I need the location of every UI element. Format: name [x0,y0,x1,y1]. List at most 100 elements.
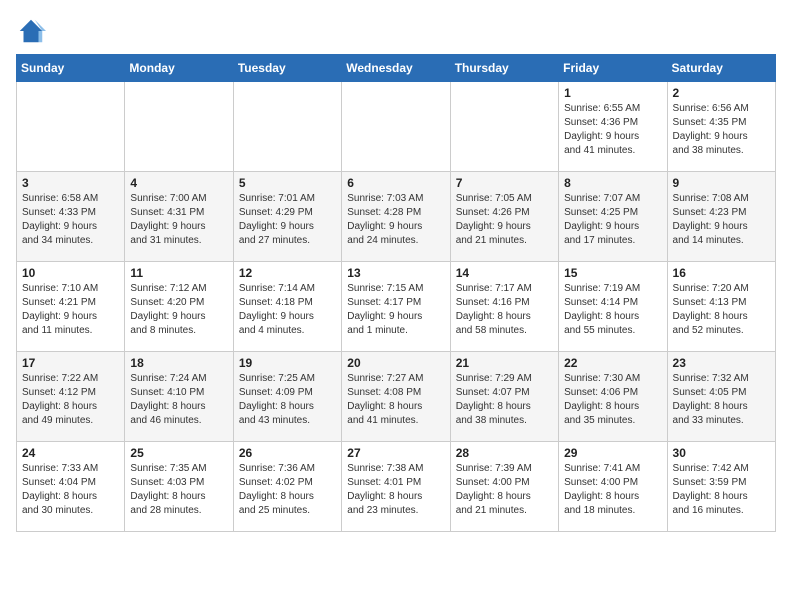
calendar-day-19: 19Sunrise: 7:25 AM Sunset: 4:09 PM Dayli… [233,352,341,442]
day-number: 12 [239,266,336,280]
weekday-header-saturday: Saturday [667,55,775,82]
weekday-header-monday: Monday [125,55,233,82]
day-number: 5 [239,176,336,190]
day-number: 6 [347,176,444,190]
day-number: 11 [130,266,227,280]
day-number: 2 [673,86,770,100]
calendar-day-25: 25Sunrise: 7:35 AM Sunset: 4:03 PM Dayli… [125,442,233,532]
calendar-day-13: 13 Sunrise: 7:15 AM Sunset: 4:17 PM Dayli… [342,262,450,352]
calendar-week-row: 17 Sunrise: 7:22 AM Sunset: 4:12 PM Dayli… [17,352,776,442]
calendar-day-3: 3 Sunrise: 6:58 AM Sunset: 4:33 PM Daylig… [17,172,125,262]
calendar-day-23: 23 Sunrise: 7:32 AM Sunset: 4:05 PM Dayli… [667,352,775,442]
logo [16,16,50,46]
calendar-day-26: 26Sunrise: 7:36 AM Sunset: 4:02 PM Dayli… [233,442,341,532]
calendar-day-22: 22 Sunrise: 7:30 AM Sunset: 4:06 PM Dayli… [559,352,667,442]
calendar-day-27: 27 Sunrise: 7:38 AM Sunset: 4:01 PM Dayli… [342,442,450,532]
day-info: Sunrise: 7:41 AM Sunset: 4:00 PM Dayligh… [564,462,661,518]
calendar-day-2: 2 Sunrise: 6:56 AM Sunset: 4:35 PM Daylig… [667,82,775,172]
day-number: 27 [347,446,444,460]
day-info: Sunrise: 7:07 AM Sunset: 4:25 PM Dayligh… [564,192,661,248]
weekday-header-row: SundayMondayTuesdayWednesdayThursdayFrid… [17,55,776,82]
calendar-empty-cell [17,82,125,172]
calendar-day-28: 28 Sunrise: 7:39 AM Sunset: 4:00 PM Dayli… [450,442,558,532]
day-info: Sunrise: 7:27 AM Sunset: 4:08 PM Dayligh… [347,372,444,428]
day-info: Sunrise: 6:55 AM Sunset: 4:36 PM Dayligh… [564,102,661,158]
calendar-empty-cell [233,82,341,172]
day-number: 21 [456,356,553,370]
calendar-empty-cell [342,82,450,172]
calendar-day-17: 17 Sunrise: 7:22 AM Sunset: 4:12 PM Dayli… [17,352,125,442]
day-number: 8 [564,176,661,190]
weekday-header-wednesday: Wednesday [342,55,450,82]
day-info: Sunrise: 7:32 AM Sunset: 4:05 PM Dayligh… [673,372,770,428]
day-number: 3 [22,176,119,190]
calendar-week-row: 24 Sunrise: 7:33 AM Sunset: 4:04 PM Dayli… [17,442,776,532]
day-info: Sunrise: 7:22 AM Sunset: 4:12 PM Dayligh… [22,372,119,428]
day-number: 14 [456,266,553,280]
day-info: Sunrise: 6:58 AM Sunset: 4:33 PM Dayligh… [22,192,119,248]
day-info: Sunrise: 7:17 AM Sunset: 4:16 PM Dayligh… [456,282,553,338]
day-info: Sunrise: 7:05 AM Sunset: 4:26 PM Dayligh… [456,192,553,248]
day-number: 30 [673,446,770,460]
calendar-week-row: 10 Sunrise: 7:10 AM Sunset: 4:21 PM Dayli… [17,262,776,352]
day-info: Sunrise: 6:56 AM Sunset: 4:35 PM Dayligh… [673,102,770,158]
calendar-day-9: 9 Sunrise: 7:08 AM Sunset: 4:23 PM Daylig… [667,172,775,262]
calendar-day-1: 1 Sunrise: 6:55 AM Sunset: 4:36 PM Daylig… [559,82,667,172]
day-number: 26 [239,446,336,460]
logo-icon [16,16,46,46]
day-number: 15 [564,266,661,280]
day-number: 16 [673,266,770,280]
day-number: 28 [456,446,553,460]
calendar-week-row: 1 Sunrise: 6:55 AM Sunset: 4:36 PM Daylig… [17,82,776,172]
day-info: Sunrise: 7:08 AM Sunset: 4:23 PM Dayligh… [673,192,770,248]
calendar-day-29: 29 Sunrise: 7:41 AM Sunset: 4:00 PM Dayli… [559,442,667,532]
day-number: 25 [130,446,227,460]
day-number: 1 [564,86,661,100]
day-info: Sunrise: 7:38 AM Sunset: 4:01 PM Dayligh… [347,462,444,518]
calendar-body: 1 Sunrise: 6:55 AM Sunset: 4:36 PM Daylig… [17,82,776,532]
calendar-day-21: 21 Sunrise: 7:29 AM Sunset: 4:07 PM Dayli… [450,352,558,442]
weekday-header-tuesday: Tuesday [233,55,341,82]
calendar-header: SundayMondayTuesdayWednesdayThursdayFrid… [17,55,776,82]
day-number: 23 [673,356,770,370]
day-info: Sunrise: 7:39 AM Sunset: 4:00 PM Dayligh… [456,462,553,518]
day-info: Sunrise: 7:15 AM Sunset: 4:17 PM Dayligh… [347,282,444,338]
day-number: 9 [673,176,770,190]
calendar-table: SundayMondayTuesdayWednesdayThursdayFrid… [16,54,776,532]
calendar-day-11: 11Sunrise: 7:12 AM Sunset: 4:20 PM Dayli… [125,262,233,352]
day-info: Sunrise: 7:10 AM Sunset: 4:21 PM Dayligh… [22,282,119,338]
calendar-day-8: 8 Sunrise: 7:07 AM Sunset: 4:25 PM Daylig… [559,172,667,262]
calendar-day-15: 15Sunrise: 7:19 AM Sunset: 4:14 PM Dayli… [559,262,667,352]
calendar-day-14: 14 Sunrise: 7:17 AM Sunset: 4:16 PM Dayli… [450,262,558,352]
day-info: Sunrise: 7:03 AM Sunset: 4:28 PM Dayligh… [347,192,444,248]
day-info: Sunrise: 7:42 AM Sunset: 3:59 PM Dayligh… [673,462,770,518]
weekday-header-sunday: Sunday [17,55,125,82]
calendar-day-18: 18Sunrise: 7:24 AM Sunset: 4:10 PM Dayli… [125,352,233,442]
day-number: 7 [456,176,553,190]
day-info: Sunrise: 7:00 AM Sunset: 4:31 PM Dayligh… [130,192,227,248]
day-info: Sunrise: 7:24 AM Sunset: 4:10 PM Dayligh… [130,372,227,428]
day-number: 29 [564,446,661,460]
calendar-day-4: 4 Sunrise: 7:00 AM Sunset: 4:31 PM Daylig… [125,172,233,262]
calendar-empty-cell [450,82,558,172]
day-number: 22 [564,356,661,370]
calendar-day-16: 16 Sunrise: 7:20 AM Sunset: 4:13 PM Dayli… [667,262,775,352]
calendar-week-row: 3 Sunrise: 6:58 AM Sunset: 4:33 PM Daylig… [17,172,776,262]
day-info: Sunrise: 7:01 AM Sunset: 4:29 PM Dayligh… [239,192,336,248]
day-number: 17 [22,356,119,370]
day-number: 13 [347,266,444,280]
day-number: 20 [347,356,444,370]
day-number: 4 [130,176,227,190]
calendar-day-20: 20 Sunrise: 7:27 AM Sunset: 4:08 PM Dayli… [342,352,450,442]
day-number: 24 [22,446,119,460]
weekday-header-friday: Friday [559,55,667,82]
day-info: Sunrise: 7:20 AM Sunset: 4:13 PM Dayligh… [673,282,770,338]
calendar-empty-cell [125,82,233,172]
calendar-day-12: 12 Sunrise: 7:14 AM Sunset: 4:18 PM Dayli… [233,262,341,352]
day-number: 19 [239,356,336,370]
day-info: Sunrise: 7:30 AM Sunset: 4:06 PM Dayligh… [564,372,661,428]
day-number: 10 [22,266,119,280]
day-info: Sunrise: 7:14 AM Sunset: 4:18 PM Dayligh… [239,282,336,338]
day-info: Sunrise: 7:33 AM Sunset: 4:04 PM Dayligh… [22,462,119,518]
day-info: Sunrise: 7:29 AM Sunset: 4:07 PM Dayligh… [456,372,553,428]
